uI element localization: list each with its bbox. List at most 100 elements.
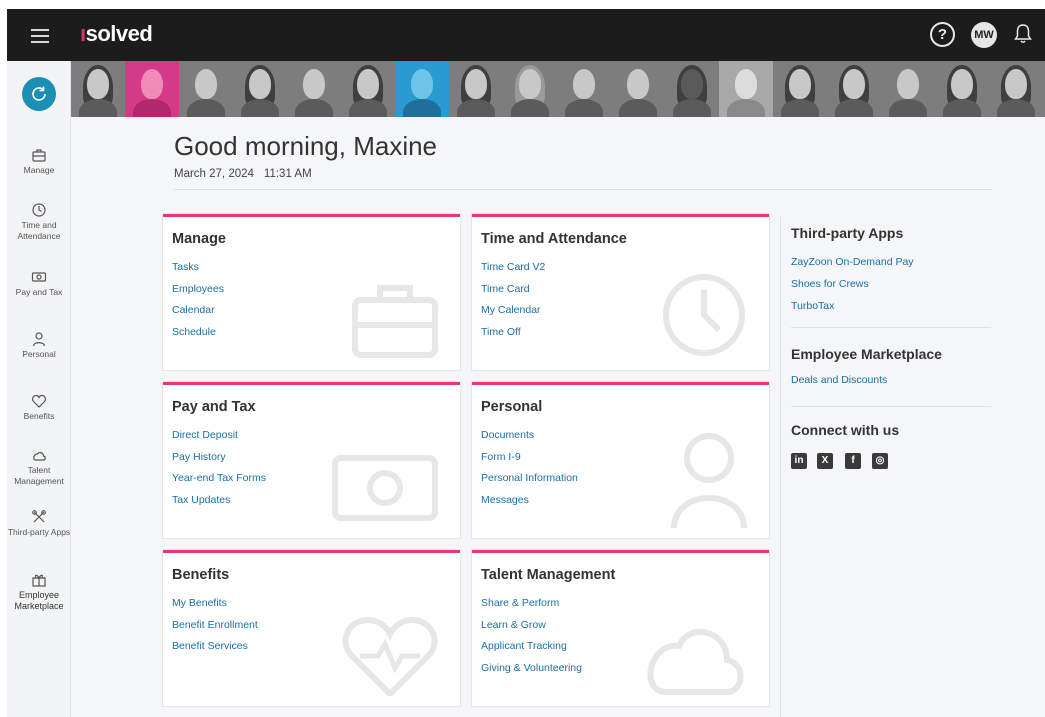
link-shoes-for-crews[interactable]: Shoes for Crews — [791, 278, 869, 290]
link-tasks[interactable]: Tasks — [172, 260, 224, 282]
connect-with-us-title: Connect with us — [791, 422, 900, 438]
link-documents[interactable]: Documents — [481, 428, 578, 450]
banner-photo — [989, 61, 1043, 117]
main-content: Good morning, Maxine March 27, 2024 11:31… — [71, 117, 1045, 717]
banner-photo — [179, 61, 233, 117]
link-my-benefits[interactable]: My Benefits — [172, 596, 258, 618]
link-turbotax[interactable]: TurboTax — [791, 300, 834, 312]
link-share-and-perform[interactable]: Share & Perform — [481, 596, 582, 618]
link-pay-history[interactable]: Pay History — [172, 450, 266, 472]
money-icon — [31, 272, 47, 282]
link-time-card-v2[interactable]: Time Card V2 — [481, 260, 545, 282]
banner-photo — [611, 61, 665, 117]
facebook-icon[interactable]: f — [845, 453, 861, 469]
banner-photo — [503, 61, 557, 117]
linkedin-icon[interactable]: in — [791, 453, 807, 469]
link-time-off[interactable]: Time Off — [481, 325, 545, 347]
sidebar-item-employee-marketplace[interactable]: Employee Marketplace — [7, 572, 71, 612]
banner-photo — [665, 61, 719, 117]
banner-photo — [341, 61, 395, 117]
sidebar-item-benefits[interactable]: Benefits — [7, 393, 71, 422]
link-calendar[interactable]: Calendar — [172, 303, 224, 325]
link-zayzoon[interactable]: ZayZoon On-Demand Pay — [791, 256, 914, 268]
card-title: Talent Management — [481, 567, 616, 583]
section-divider — [791, 406, 991, 407]
date-time: March 27, 2024 11:31 AM — [174, 168, 312, 180]
header-photo-banner — [71, 61, 1045, 117]
banner-photo — [287, 61, 341, 117]
sidebar-item-pay-and-tax[interactable]: Pay and Tax — [7, 269, 71, 298]
section-divider — [791, 327, 991, 328]
link-learn-and-grow[interactable]: Learn & Grow — [481, 618, 582, 640]
gift-icon — [32, 574, 46, 587]
link-time-card[interactable]: Time Card — [481, 282, 545, 304]
card-title: Benefits — [172, 567, 230, 583]
refresh-icon — [32, 86, 46, 101]
banner-photo — [773, 61, 827, 117]
link-list: Direct Deposit Pay History Year-end Tax … — [172, 428, 266, 514]
home-button[interactable] — [22, 77, 56, 111]
current-date: March 27, 2024 — [174, 168, 254, 180]
third-party-apps-title: Third-party Apps — [791, 225, 904, 241]
heart-watermark-icon — [342, 616, 438, 696]
card-pay-and-tax: Pay and Tax Direct Deposit Pay History Y… — [163, 382, 460, 538]
link-list: Documents Form I-9 Personal Information … — [481, 428, 578, 514]
card-personal: Personal Documents Form I-9 Personal Inf… — [472, 382, 769, 538]
link-applicant-tracking[interactable]: Applicant Tracking — [481, 639, 582, 661]
banner-photo — [827, 61, 881, 117]
link-messages[interactable]: Messages — [481, 493, 578, 515]
banner-photo — [71, 61, 125, 117]
link-year-end-tax-forms[interactable]: Year-end Tax Forms — [172, 471, 266, 493]
cloud-icon — [33, 452, 46, 461]
banner-photo — [935, 61, 989, 117]
sidebar-item-time-and-attendance[interactable]: Time and Attendance — [7, 202, 71, 242]
cloud-watermark-icon — [647, 628, 744, 695]
card-title: Time and Attendance — [481, 231, 627, 247]
link-list: Share & Perform Learn & Grow Applicant T… — [481, 596, 582, 682]
clock-icon — [32, 203, 46, 217]
banner-photo — [233, 61, 287, 117]
notification-bell-icon[interactable] — [1013, 23, 1033, 45]
avatar[interactable]: MW — [971, 22, 997, 48]
card-benefits: Benefits My Benefits Benefit Enrollment … — [163, 550, 460, 706]
link-giving-and-volunteering[interactable]: Giving & Volunteering — [481, 661, 582, 683]
isolved-logo[interactable]: ısolved — [80, 21, 153, 47]
link-list: My Benefits Benefit Enrollment Benefit S… — [172, 596, 258, 661]
briefcase-icon — [32, 149, 46, 162]
sidebar: Manage Time and Attendance Pay and Tax P… — [7, 61, 71, 717]
current-time: 11:31 AM — [263, 168, 312, 180]
banner-photo — [881, 61, 935, 117]
banner-photo — [557, 61, 611, 117]
link-personal-information[interactable]: Personal Information — [481, 471, 578, 493]
link-employees[interactable]: Employees — [172, 282, 224, 304]
card-talent-management: Talent Management Share & Perform Learn … — [472, 550, 769, 706]
link-deals-and-discounts[interactable]: Deals and Discounts — [791, 374, 887, 386]
x-icon[interactable]: X — [817, 453, 833, 469]
employee-marketplace-title: Employee Marketplace — [791, 346, 942, 362]
link-my-calendar[interactable]: My Calendar — [481, 303, 545, 325]
sidebar-item-third-party-apps[interactable]: Third-party Apps — [7, 509, 71, 538]
help-icon[interactable]: ? — [930, 22, 955, 47]
link-benefit-services[interactable]: Benefit Services — [172, 639, 258, 661]
link-schedule[interactable]: Schedule — [172, 325, 224, 347]
banner-photo — [395, 61, 449, 117]
link-form-i-9[interactable]: Form I-9 — [481, 450, 578, 472]
banner-photo — [719, 61, 773, 117]
tools-icon — [32, 510, 46, 523]
hamburger-menu-icon[interactable] — [31, 25, 49, 45]
link-tax-updates[interactable]: Tax Updates — [172, 493, 266, 515]
link-direct-deposit[interactable]: Direct Deposit — [172, 428, 266, 450]
card-title: Personal — [481, 399, 543, 415]
card-time-and-attendance: Time and Attendance Time Card V2 Time Ca… — [472, 214, 769, 370]
briefcase-watermark-icon — [352, 285, 438, 358]
sidebar-item-manage[interactable]: Manage — [7, 147, 71, 176]
banner-photo — [449, 61, 503, 117]
link-list: Tasks Employees Calendar Schedule — [172, 260, 224, 346]
instagram-icon[interactable]: ◎ — [872, 453, 888, 469]
link-benefit-enrollment[interactable]: Benefit Enrollment — [172, 618, 258, 640]
sidebar-item-talent-management[interactable]: Talent Management — [7, 447, 71, 487]
money-watermark-icon — [332, 455, 438, 521]
right-column-divider — [780, 217, 781, 717]
sidebar-item-personal[interactable]: Personal — [7, 331, 71, 360]
link-list: Time Card V2 Time Card My Calendar Time … — [481, 260, 545, 346]
